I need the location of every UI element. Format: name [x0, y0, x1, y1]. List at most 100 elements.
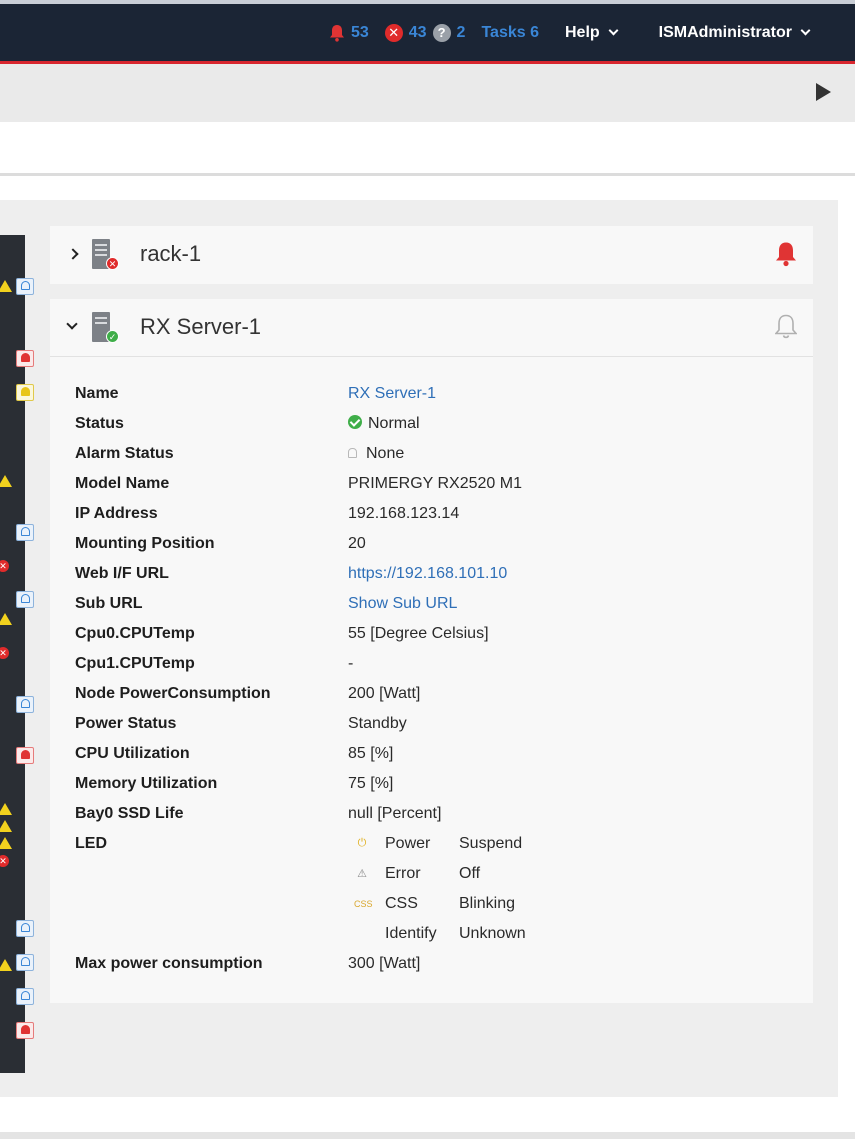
help-menu[interactable]: Help [565, 24, 619, 42]
property-row: Cpu0.CPUTemp 55 [Degree Celsius] [75, 625, 815, 649]
property-value: 192.168.123.14 [348, 505, 460, 522]
warning-icon [0, 613, 12, 625]
alarm-bell-icon [329, 24, 344, 42]
property-value: null [Percent] [348, 805, 442, 822]
unknown-count: 2 [456, 23, 466, 41]
led-state: Blinking [459, 895, 516, 912]
property-row: Node PowerConsumption 200 [Watt] [75, 685, 815, 709]
led-state: Off [459, 865, 481, 882]
warning-icon [0, 959, 12, 971]
warning-icon [0, 803, 12, 815]
info-bell-icon [16, 278, 34, 295]
power-icon: ⏻ [357, 837, 367, 849]
property-label: Cpu1.CPUTemp [75, 655, 195, 672]
status-text: Normal [368, 415, 420, 432]
rack-panel-header[interactable]: ✕ rack-1 [50, 226, 813, 284]
chevron-down-icon [800, 25, 811, 36]
info-bell-icon [16, 591, 34, 608]
property-value: 85 [%] [348, 745, 394, 762]
ok-icon [348, 415, 362, 429]
bottom-divider [0, 1132, 855, 1139]
warning-icon [0, 820, 12, 832]
led-name: Power [385, 835, 431, 852]
property-row: Sub URL Show Sub URL [75, 595, 815, 619]
alarm-status-text: None [366, 445, 405, 462]
chevron-down-icon[interactable] [66, 318, 78, 330]
user-label: ISMAdministrator [658, 23, 792, 41]
bell-icon [348, 448, 357, 458]
info-bell-icon [16, 920, 34, 937]
property-value: 200 [Watt] [348, 685, 421, 702]
error-counter[interactable]: ✕ 43 [384, 23, 427, 42]
topbar-items: 53 ✕ 43 ? 2 Tasks 6 Help ISMAdministrato… [329, 4, 855, 61]
property-label: Alarm Status [75, 445, 174, 462]
property-label: Bay0 SSD Life [75, 805, 184, 822]
property-row: Max power consumption 300 [Watt] [75, 955, 815, 979]
web-if-url-link[interactable]: https://192.168.101.10 [348, 565, 507, 583]
property-label: Mounting Position [75, 535, 215, 552]
led-row: ⚠ Error Off [75, 865, 815, 889]
alarm-bell-icon[interactable] [775, 241, 797, 267]
property-value: Standby [348, 715, 407, 732]
alarm-status-value: None [348, 445, 404, 463]
info-bell-icon [16, 696, 34, 713]
warning-icon [0, 837, 12, 849]
error-triangle-icon: ⚠ [357, 868, 367, 880]
css-icon: CSS [354, 899, 373, 909]
property-row: Name RX Server-1 [75, 385, 815, 409]
led-state: Suspend [459, 835, 523, 852]
unknown-counter[interactable]: ? 2 [432, 23, 466, 42]
info-bell-icon [16, 524, 34, 541]
tasks-link[interactable]: Tasks 6 [481, 24, 539, 42]
warning-icon [0, 280, 12, 292]
rack-title: rack-1 [140, 241, 202, 266]
info-bell-icon [16, 954, 34, 971]
error-bell-icon [16, 1022, 34, 1039]
error-badge-icon: ✕ [106, 257, 119, 270]
error-icon: ✕ [384, 23, 403, 42]
error-count: 43 [408, 23, 427, 41]
property-label: Cpu0.CPUTemp [75, 625, 195, 642]
led-name: CSS [385, 895, 418, 912]
warning-bell-icon [16, 384, 34, 401]
error-icon: ✕ [0, 560, 9, 572]
property-label: Name [75, 385, 119, 402]
property-value: - [348, 655, 354, 672]
question-icon: ? [432, 23, 451, 42]
ok-badge-icon: ✓ [106, 330, 119, 343]
property-label: Max power consumption [75, 955, 263, 972]
property-value: PRIMERGY RX2520 M1 [348, 475, 522, 492]
top-navigation-bar: 53 ✕ 43 ? 2 Tasks 6 Help ISMAdministrato… [0, 0, 855, 64]
property-value: 75 [%] [348, 775, 394, 792]
error-bell-icon [16, 747, 34, 764]
alarm-bell-icon[interactable] [775, 314, 797, 340]
alarm-counter[interactable]: 53 [329, 24, 369, 42]
server-panel-header[interactable]: ✓ RX Server-1 [50, 299, 813, 357]
property-row: IP Address 192.168.123.14 [75, 505, 815, 529]
chevron-right-icon[interactable] [67, 248, 79, 260]
show-sub-url-link[interactable]: Show Sub URL [348, 595, 457, 613]
error-icon: ✕ [0, 647, 9, 659]
property-row: Mounting Position 20 [75, 535, 815, 559]
property-row: Power Status Standby [75, 715, 815, 739]
property-row: Web I/F URL https://192.168.101.10 [75, 565, 815, 589]
property-label: CPU Utilization [75, 745, 190, 762]
property-row: Status Normal [75, 415, 815, 439]
property-label: Node PowerConsumption [75, 685, 271, 702]
server-title: RX Server-1 [140, 314, 262, 339]
property-value: 20 [348, 535, 366, 552]
tree-panel[interactable]: ✕ ✕ ✕ [0, 235, 34, 1073]
warning-icon [0, 475, 12, 487]
property-row: Model Name PRIMERGY RX2520 M1 [75, 475, 815, 499]
property-row: CPU Utilization 85 [%] [75, 745, 815, 769]
user-menu[interactable]: ISMAdministrator [658, 23, 811, 42]
server-name-link[interactable]: RX Server-1 [348, 385, 436, 403]
led-name: Identify [385, 925, 437, 942]
error-icon: ✕ [0, 855, 9, 867]
property-row: Cpu1.CPUTemp - [75, 655, 815, 679]
property-label: IP Address [75, 505, 158, 522]
property-value: 300 [Watt] [348, 955, 421, 972]
expand-panel-icon[interactable] [816, 83, 831, 101]
led-name: Error [385, 865, 421, 882]
led-row: CSS CSS Blinking [75, 895, 815, 919]
